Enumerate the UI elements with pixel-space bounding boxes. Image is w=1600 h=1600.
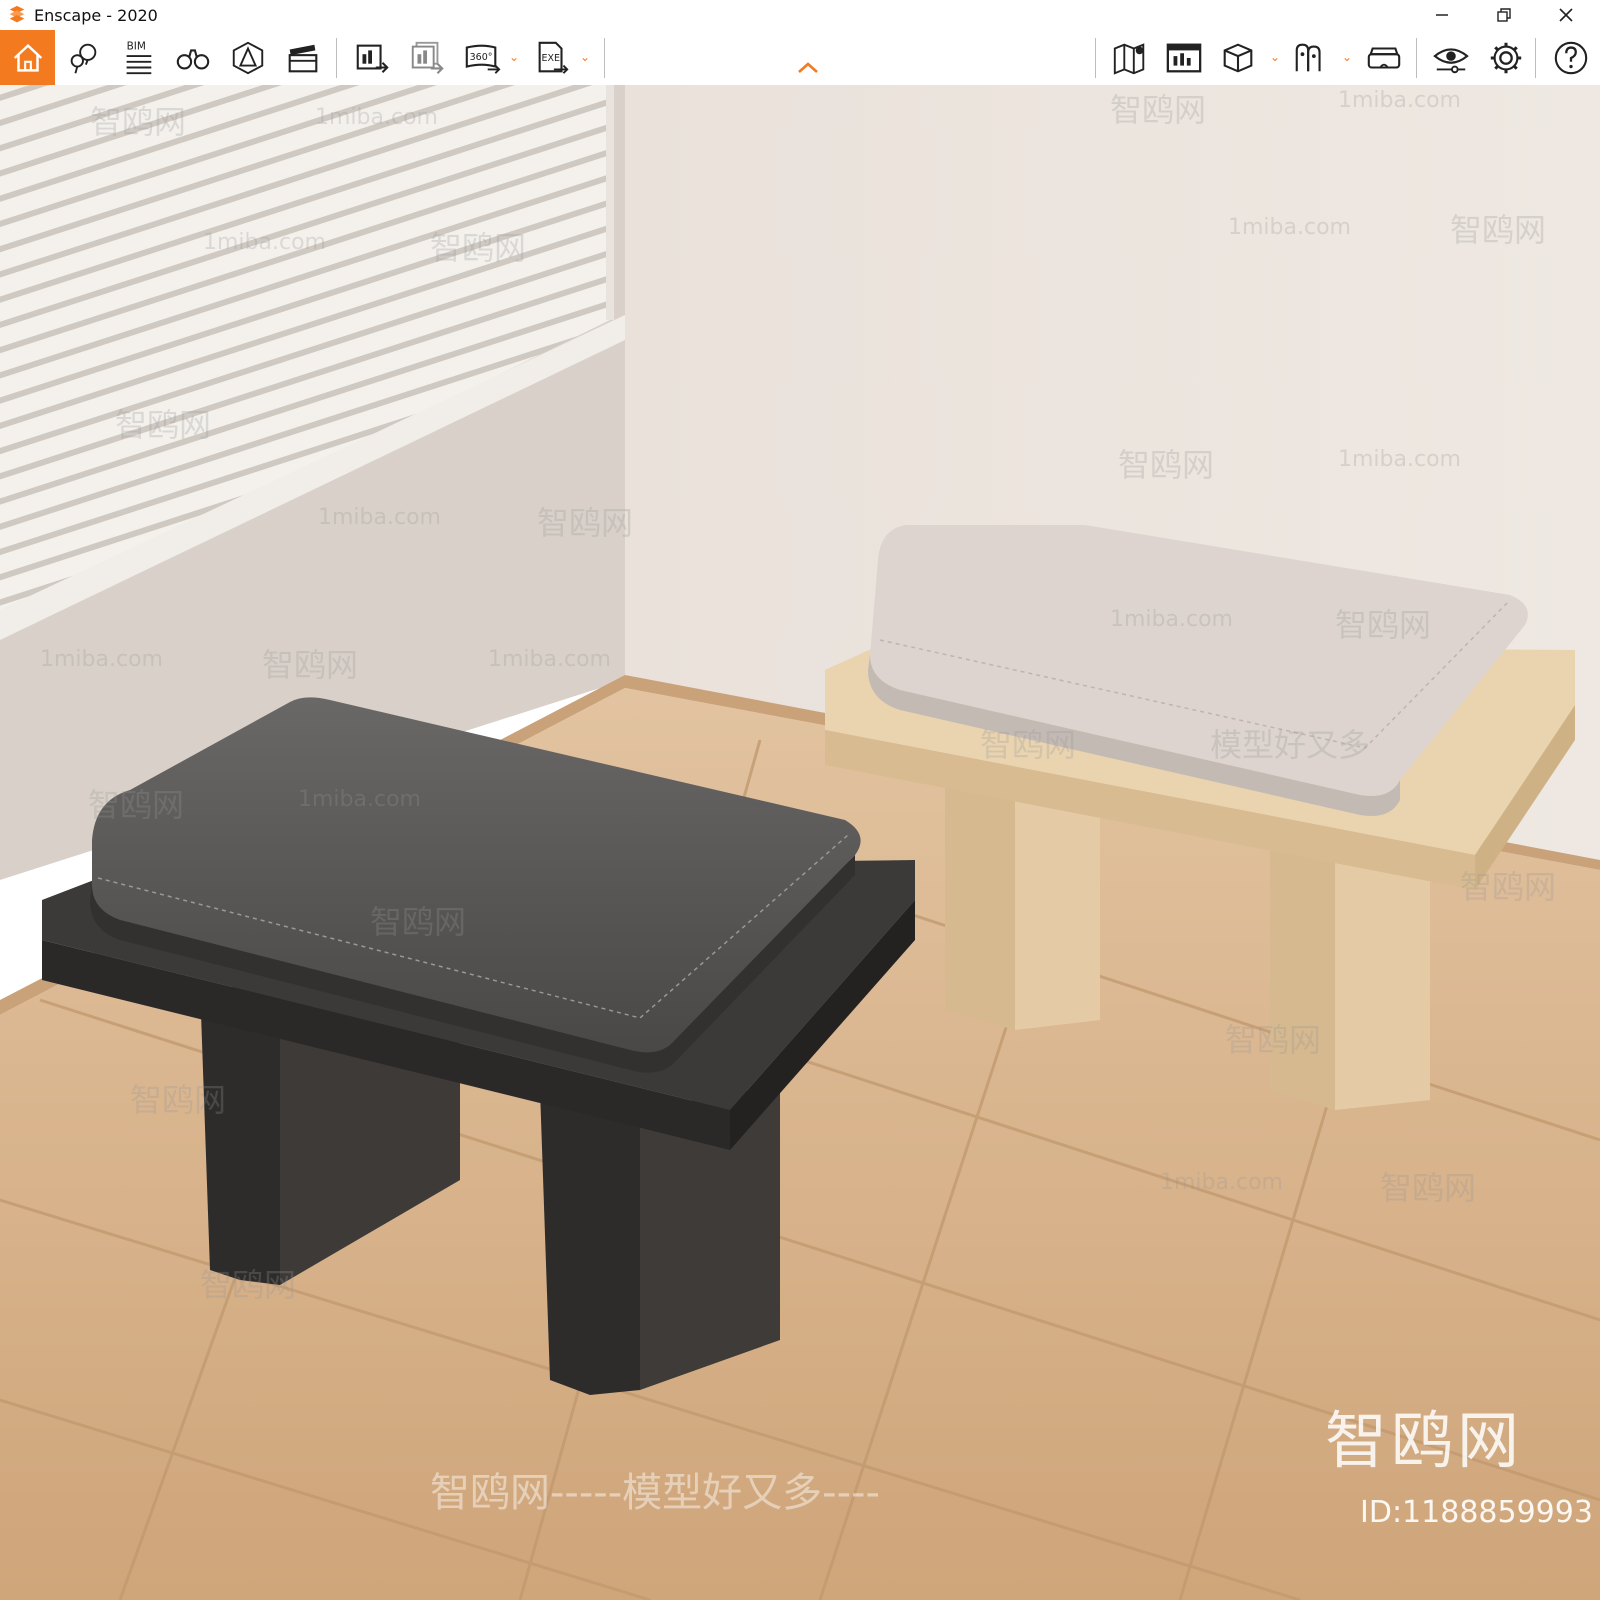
vr-headset-button[interactable]: [1358, 30, 1410, 85]
batch-export-icon: [411, 41, 444, 74]
watermark-brand: 智鸥网: [200, 1266, 297, 1304]
watermark-site: 1miba.com: [298, 787, 421, 812]
help-button[interactable]: [1545, 30, 1597, 85]
toolbar-separator: [604, 38, 605, 78]
watermark-brand: 智鸥网: [262, 646, 359, 684]
toolbar-separator: [1416, 38, 1417, 78]
watermark-brand: 智鸥网: [88, 786, 185, 824]
watermark-site: 1miba.com: [1228, 215, 1351, 240]
watermark-brand: 智鸥网: [430, 229, 527, 267]
watermark-id: ID:1188859993: [1360, 1495, 1593, 1530]
cube-dropdown-icon[interactable]: ⌄: [1270, 50, 1280, 64]
watermark-site: 1miba.com: [315, 105, 438, 130]
exe-label: EXE: [542, 52, 561, 63]
restore-icon: [1497, 8, 1511, 22]
close-button[interactable]: [1536, 0, 1596, 30]
screenshot-button[interactable]: [346, 30, 398, 85]
exe-dropdown-icon[interactable]: ⌄: [580, 50, 590, 64]
vr-headset-icon: [1367, 46, 1401, 69]
window-title: Enscape - 2020: [34, 5, 158, 25]
watermark-brand: 智鸥网: [980, 726, 1077, 764]
help-icon: [1554, 41, 1588, 74]
collaboration-dropdown-icon[interactable]: ⌄: [1342, 50, 1352, 64]
watermark-site: 1miba.com: [488, 647, 611, 672]
watermark-brand: 智鸥网: [370, 903, 467, 941]
watermark-brand: 智鸥网: [1110, 91, 1207, 129]
bim-button[interactable]: BIM: [112, 30, 164, 85]
chevron-up-icon: [798, 62, 818, 73]
watermark-brand: 智鸥网: [90, 103, 187, 141]
enscape-logo-icon: [9, 5, 25, 23]
map-button[interactable]: [1104, 30, 1156, 85]
map-pin-icon: [1113, 42, 1145, 75]
watermark-slogan: 模型好又多: [1210, 726, 1371, 764]
visual-settings-button[interactable]: [1425, 30, 1477, 85]
watermark-site: 1miba.com: [40, 647, 163, 672]
watermark-brand: 智鸥网: [1225, 1021, 1322, 1059]
exe-export-button[interactable]: EXE: [526, 30, 578, 85]
toolbar-separator: [1535, 38, 1536, 78]
collaboration-button[interactable]: [1285, 30, 1337, 85]
watermark-brand: 智鸥网: [1335, 606, 1432, 644]
watermark-site: 1miba.com: [318, 505, 441, 530]
render-viewport[interactable]: 1miba.com 智鸥网 智鸥网 1miba.com 1miba.com 智鸥…: [0, 85, 1600, 1600]
close-icon: [1559, 8, 1573, 22]
collaboration-icon: [1295, 43, 1321, 71]
clapperboard-icon: [288, 44, 318, 72]
watermark-brand: 智鸥网: [115, 406, 212, 444]
watermark-brand: 智鸥网: [1380, 1169, 1477, 1207]
title-bar: Enscape - 2020: [0, 0, 1600, 30]
cube-icon: [1223, 43, 1253, 72]
panorama-label: 360°: [470, 51, 493, 62]
watermark-brand: 智鸥网: [1460, 868, 1557, 906]
view-management-icon: [1166, 43, 1202, 72]
watermark-site: 1miba.com: [1160, 1170, 1283, 1195]
binoculars-icon: [176, 48, 210, 69]
watermark-site: 1miba.com: [1110, 607, 1233, 632]
cube-view-button[interactable]: [1212, 30, 1264, 85]
toolbar-separator: [1095, 38, 1096, 78]
restore-button[interactable]: [1474, 0, 1534, 30]
view-management-button[interactable]: [1158, 30, 1210, 85]
bim-list-icon: BIM: [127, 40, 152, 74]
panorama-button[interactable]: 360°: [456, 30, 508, 85]
eye-settings-icon: [1433, 47, 1469, 73]
minimize-button[interactable]: [1412, 0, 1472, 30]
video-editor-button[interactable]: [277, 30, 329, 85]
watermark-brand: 智鸥网: [1450, 211, 1547, 249]
settings-button[interactable]: [1480, 30, 1532, 85]
watermark-site: 1miba.com: [1338, 88, 1461, 113]
batch-render-button[interactable]: [401, 30, 453, 85]
atmosphere-button[interactable]: [222, 30, 274, 85]
collapse-toolbar-button[interactable]: [796, 60, 820, 80]
exe-export-icon: EXE: [538, 41, 569, 74]
watermark-brand-large: 智鸥网: [1325, 1404, 1524, 1477]
watermark-site: 1miba.com: [1338, 447, 1461, 472]
panorama-dropdown-icon[interactable]: ⌄: [509, 50, 519, 64]
atmosphere-icon: [232, 41, 264, 74]
watermark-brand: 智鸥网: [1118, 446, 1215, 484]
watermark-brand: 智鸥网: [537, 504, 634, 542]
toolbar-separator: [336, 38, 337, 78]
views-button[interactable]: [167, 30, 219, 85]
screenshot-export-icon: [356, 44, 389, 73]
watermark-slogan: 智鸥网-----模型好又多----: [430, 1470, 880, 1516]
panorama-360-icon: 360°: [465, 44, 501, 74]
asset-library-button[interactable]: [57, 30, 109, 85]
bim-label: BIM: [127, 40, 146, 52]
asset-pins-icon: [70, 43, 97, 73]
rendered-scene: [0, 85, 1600, 1600]
minimize-icon: [1436, 14, 1448, 16]
watermark-brand: 智鸥网: [130, 1081, 227, 1119]
toolbar: BIM 360° ⌄ EXE ⌄ ⌄ ⌄: [0, 30, 1600, 86]
watermark-site: 1miba.com: [203, 230, 326, 255]
home-button[interactable]: [0, 30, 55, 85]
gear-icon: [1490, 42, 1522, 73]
home-icon: [13, 43, 42, 72]
